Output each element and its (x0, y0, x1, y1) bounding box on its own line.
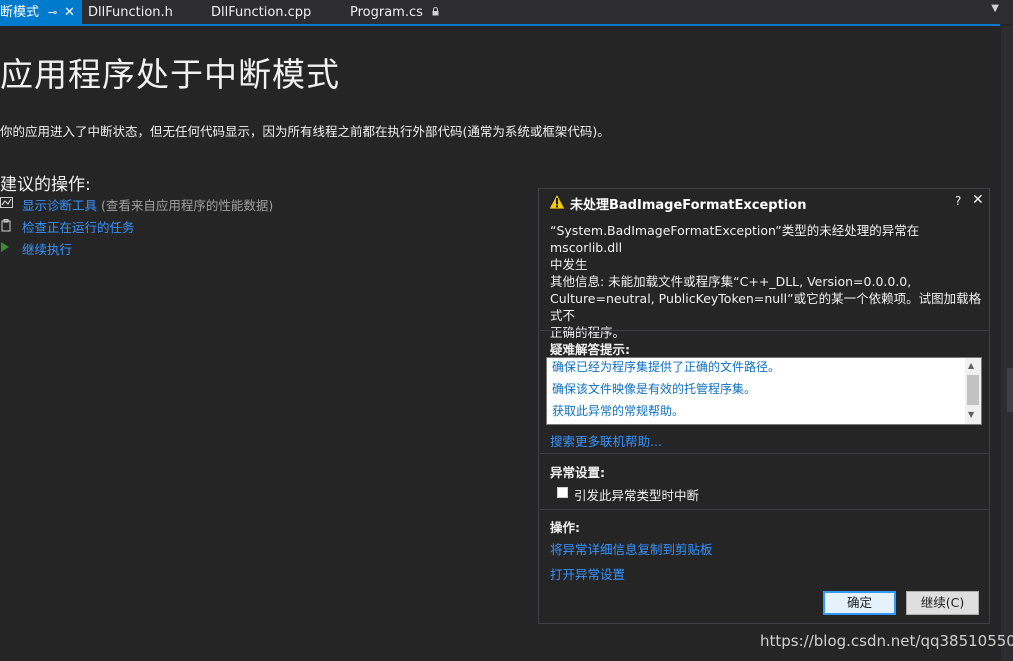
continue-button[interactable]: 继续(C) (906, 591, 979, 615)
exception-dialog-header: 未处理BadImageFormatException ? ✕ (539, 189, 989, 215)
tab-program-cs[interactable]: Program.cs (350, 0, 439, 24)
tab-label: 断模式 (0, 5, 40, 20)
check-tasks-link[interactable]: 检查正在运行的任务 (22, 217, 135, 236)
continue-link[interactable]: 继续执行 (22, 239, 72, 258)
page-title: 应用程序处于中断模式 (0, 55, 340, 94)
diagnostics-icon (0, 196, 14, 210)
right-tool-strip (1001, 26, 1013, 661)
show-diagnostics-link[interactable]: 显示诊断工具 (查看来自应用程序的性能数据) (22, 195, 273, 214)
tab-accent-line (0, 24, 1000, 26)
divider (540, 330, 989, 331)
exception-title: 未处理BadImageFormatException (570, 198, 807, 213)
scroll-up-icon[interactable]: ▲ (968, 361, 974, 370)
break-on-exception-type-label[interactable]: 引发此异常类型时中断 (574, 485, 699, 504)
message-line: 中发生 (550, 257, 588, 272)
divider (540, 453, 989, 454)
message-line: “System.BadImageFormatException”类型的未经处理的… (550, 223, 920, 255)
ok-button[interactable]: 确定 (823, 591, 896, 615)
exception-message: “System.BadImageFormatException”类型的未经处理的… (550, 222, 982, 273)
tasks-icon (0, 218, 14, 232)
info-line: Culture=neutral, PublicKeyToken=null”或它的… (550, 291, 982, 323)
tips-scrollbar[interactable]: ▲ ▼ (965, 358, 981, 424)
exception-dialog: 未处理BadImageFormatException ? ✕ “System.B… (538, 188, 990, 624)
copy-details-link[interactable]: 将异常详细信息复制到剪贴板 (550, 539, 713, 558)
search-online-help-link[interactable]: 搜索更多联机帮助... (550, 431, 662, 450)
strip-marker (1007, 368, 1013, 412)
tab-break-mode[interactable]: 断模式 ⊸ ✕ (0, 0, 82, 24)
suggested-actions-title: 建议的操作: (0, 175, 91, 195)
tab-label: DllFunction.cpp (211, 5, 312, 20)
scroll-down-icon[interactable]: ▼ (968, 410, 974, 419)
close-icon[interactable]: ✕ (972, 192, 984, 208)
tab-label: Program.cs (350, 5, 423, 20)
tip-file-path[interactable]: 确保已经为程序集提供了正确的文件路径。 (552, 358, 780, 375)
warning-icon (548, 193, 566, 210)
close-icon[interactable]: ✕ (64, 0, 75, 26)
tab-dllfunction-cpp[interactable]: DllFunction.cpp (211, 0, 311, 24)
tab-overflow-dropdown-icon[interactable]: ▼ (991, 3, 999, 14)
page-description: 你的应用进入了中断状态，但无任何代码显示，因为所有线程之前都在执行外部代码(通常… (0, 124, 610, 139)
exception-settings-label: 异常设置: (550, 465, 605, 480)
open-exception-settings-link[interactable]: 打开异常设置 (550, 564, 625, 583)
document-tab-bar: 断模式 ⊸ ✕ DllFunction.h DllFunction.cpp Pr… (0, 0, 1013, 24)
tab-dllfunction-h[interactable]: DllFunction.h (88, 0, 173, 24)
troubleshooting-label: 疑难解答提示: (550, 342, 630, 357)
actions-label: 操作: (550, 520, 580, 535)
play-icon (0, 240, 14, 254)
troubleshooting-tips-list[interactable]: 确保已经为程序集提供了正确的文件路径。 确保该文件映像是有效的托管程序集。 获取… (546, 357, 982, 425)
tip-managed-assembly[interactable]: 确保该文件映像是有效的托管程序集。 (552, 380, 756, 397)
scroll-thumb[interactable] (967, 375, 979, 405)
tab-label: DllFunction.h (88, 5, 173, 20)
help-icon[interactable]: ? (955, 194, 961, 208)
divider (540, 509, 989, 510)
watermark: https://blog.csdn.net/qq385105501 (760, 632, 1013, 650)
break-on-exception-type-checkbox[interactable] (557, 487, 568, 498)
info-line: 其他信息: 未能加载文件或程序集“C++_DLL, Version=0.0.0.… (550, 274, 912, 289)
tip-general-help[interactable]: 获取此异常的常规帮助。 (552, 402, 684, 419)
lock-icon (429, 7, 439, 19)
pin-icon[interactable]: ⊸ (48, 0, 57, 26)
